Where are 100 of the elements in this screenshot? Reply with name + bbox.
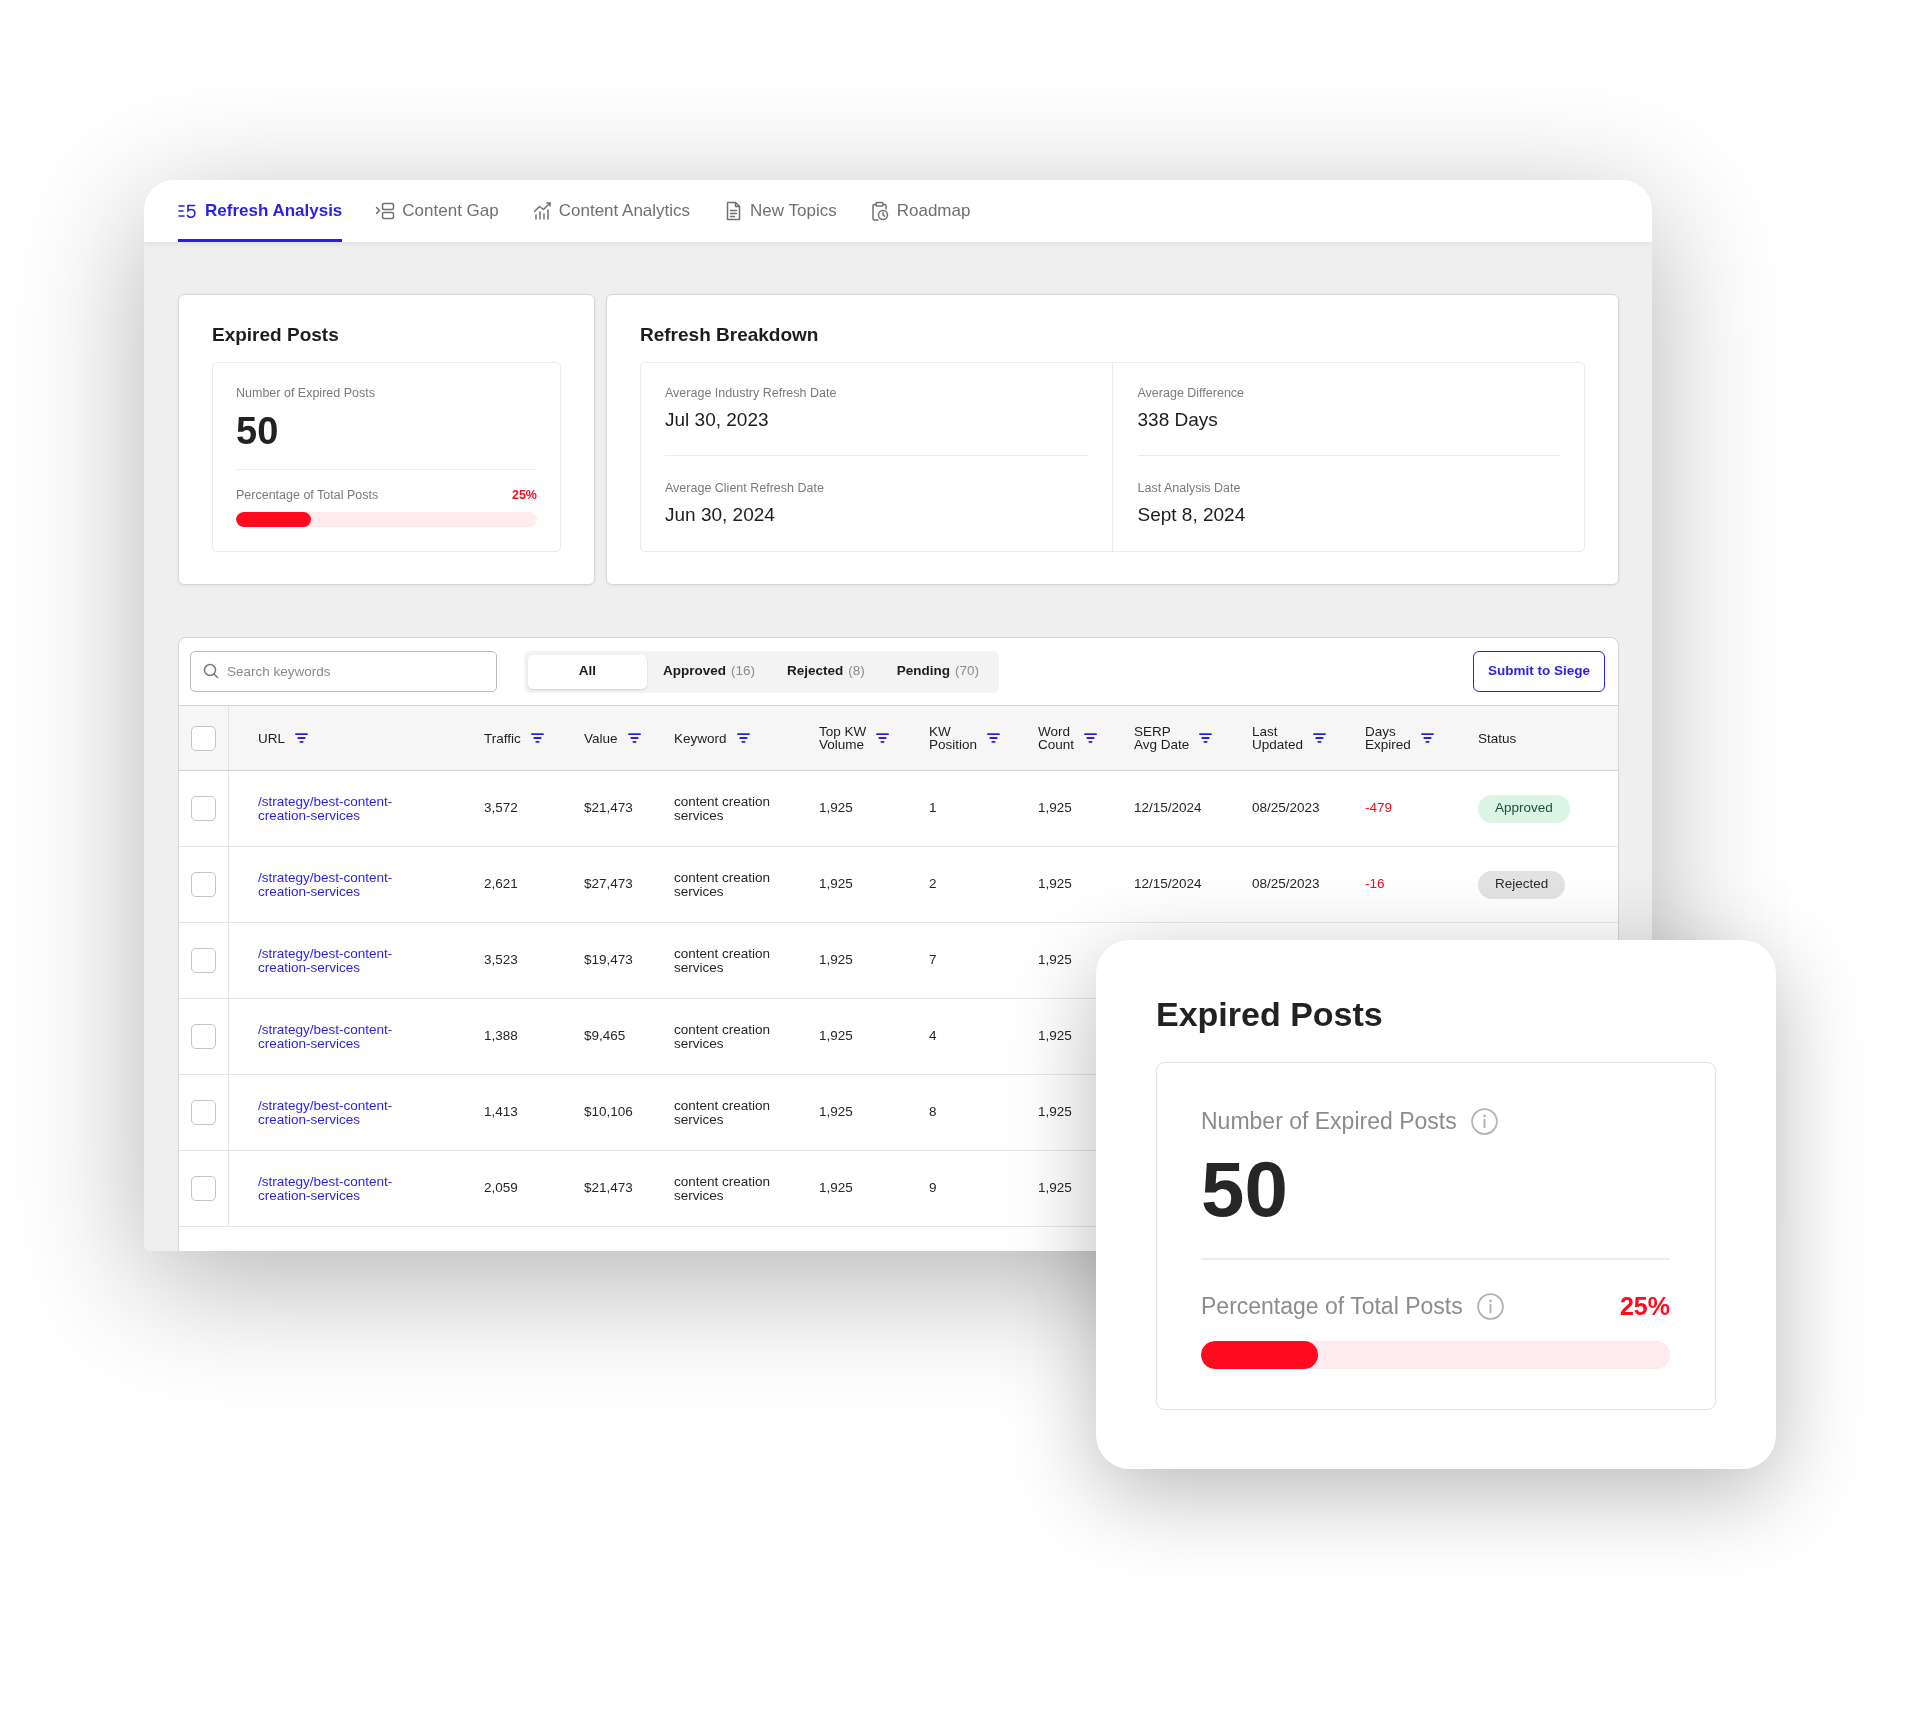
filter-icon[interactable] (1313, 733, 1327, 743)
stat-label: Percentage of Total Posts (1201, 1292, 1463, 1320)
table-cell-text: 1,925 (1038, 951, 1072, 970)
tab[interactable]: Content Gap (375, 180, 499, 242)
stat-value: 50 (1201, 1149, 1288, 1229)
card-title: Refresh Breakdown (640, 323, 820, 347)
search-icon (203, 663, 219, 679)
stat-label: Average Client Refresh Date (665, 480, 824, 496)
table-cell-text: $21,473 (584, 799, 633, 818)
table-cell-text: 3,572 (484, 799, 518, 818)
table-cell-text: $10,106 (584, 1103, 633, 1122)
filter-icon[interactable] (530, 733, 544, 743)
url-link[interactable]: /strategy/best-content-creation-services (258, 946, 428, 975)
table-cell-text: 4 (929, 1027, 937, 1046)
table-cell-text: 08/25/2023 (1252, 799, 1320, 818)
stat-label: Last Analysis Date (1137, 480, 1241, 496)
table-cell-text: 1,925 (1038, 1027, 1072, 1046)
status-badge: Approved (1478, 794, 1570, 823)
column-header: Traffic (484, 731, 521, 745)
table-cell-text: 1,925 (819, 799, 853, 818)
table-cell-text: 08/25/2023 (1252, 875, 1320, 894)
keyword-text: content creation services (674, 946, 772, 975)
filter-tab[interactable]: Pending (70) (880, 654, 996, 689)
table-cell-text: 1,925 (819, 1179, 853, 1198)
column-header: Value (584, 731, 618, 745)
search-field[interactable]: Search keywords (190, 651, 497, 692)
table-cell-text: 12/15/2024 (1134, 875, 1202, 894)
table-cell-text: 1,925 (819, 1103, 853, 1122)
checkbox[interactable] (191, 1024, 216, 1049)
filter-icon[interactable] (295, 733, 308, 743)
table-cell-text: 1,413 (484, 1103, 518, 1122)
column-header: Days Expired (1365, 725, 1411, 751)
column-header: Keyword (674, 731, 727, 745)
table-cell-text: 9 (929, 1179, 937, 1198)
url-link[interactable]: /strategy/best-content-creation-services (258, 1174, 428, 1203)
column-header: Top KW Volume (819, 725, 867, 751)
filter-icon[interactable] (627, 733, 641, 743)
stat-value: Sept 8, 2024 (1137, 503, 1246, 527)
url-link[interactable]: /strategy/best-content-creation-services (258, 1098, 428, 1127)
table-cell-text: $21,473 (584, 1179, 633, 1198)
table-cell-text: 2 (929, 875, 937, 894)
checkbox[interactable] (191, 1100, 216, 1125)
table-cell-text: 7 (929, 951, 937, 970)
filter-icon[interactable] (876, 733, 890, 743)
stat-label: Average Industry Refresh Date (665, 385, 837, 401)
stat-label: Number of Expired Posts (1201, 1107, 1457, 1135)
checkbox[interactable] (191, 725, 216, 751)
table-cell-text: 3,523 (484, 951, 518, 970)
keyword-text: content creation services (674, 870, 772, 899)
table-cell-text: 2,621 (484, 875, 518, 894)
filter-tab[interactable]: All (528, 654, 647, 689)
checkbox[interactable] (191, 872, 216, 897)
filter-icon[interactable] (736, 733, 750, 743)
tab[interactable]: Refresh Analysis (178, 180, 343, 242)
column-header: URL (258, 731, 285, 745)
table-cell-text: 1,925 (1038, 875, 1072, 894)
table-cell-text: $27,473 (584, 875, 633, 894)
table-cell-text: 1,925 (819, 1027, 853, 1046)
filter-tab[interactable]: Approved (16) (647, 654, 772, 689)
table-cell-text: $19,473 (584, 951, 633, 970)
stat-value: 338 Days (1137, 408, 1218, 432)
url-link[interactable]: /strategy/best-content-creation-services (258, 870, 428, 899)
tab[interactable]: Content Analytics (531, 180, 691, 242)
percent-value: 25% (511, 487, 537, 503)
filter-icon[interactable] (1199, 733, 1213, 743)
checkbox[interactable] (191, 1176, 216, 1201)
stacked-blocks-icon (375, 201, 396, 221)
percent-value: 25% (1619, 1292, 1670, 1320)
status-badge: Rejected (1478, 870, 1566, 899)
table-cell-text: 12/15/2024 (1134, 799, 1202, 818)
filter-icon[interactable] (1084, 733, 1098, 743)
table-cell-text: $9,465 (584, 1027, 626, 1046)
stat-label: Average Difference (1137, 385, 1245, 401)
stat-label: Percentage of Total Posts (236, 487, 379, 503)
submit-button[interactable]: Submit to Siege (1473, 651, 1605, 692)
column-header: Last Updated (1252, 725, 1304, 751)
card-title: Expired Posts (212, 323, 340, 347)
table-cell-text: 1,925 (1038, 799, 1072, 818)
keyword-text: content creation services (674, 1098, 772, 1127)
checkbox[interactable] (191, 796, 216, 821)
url-link[interactable]: /strategy/best-content-creation-services (258, 1022, 428, 1051)
clipboard-clock-icon (869, 201, 890, 221)
filter-icon[interactable] (1420, 733, 1434, 743)
keyword-text: content creation services (674, 794, 772, 823)
tab[interactable]: New Topics (723, 180, 837, 242)
table-cell-text: 1,925 (819, 951, 853, 970)
stat-value: 50 (236, 409, 279, 453)
filter-icon[interactable] (987, 733, 1001, 743)
url-link[interactable]: /strategy/best-content-creation-services (258, 794, 428, 823)
tab[interactable]: Roadmap (869, 180, 971, 242)
stat-value: Jul 30, 2023 (665, 408, 769, 432)
checkbox[interactable] (191, 948, 216, 973)
table-cell-text: 1,388 (484, 1027, 518, 1046)
table-cell-text: 2,059 (484, 1179, 518, 1198)
chart-icon (531, 201, 552, 221)
column-header: Word Count (1038, 725, 1075, 751)
filter-tab[interactable]: Rejected (8) (771, 654, 881, 689)
days-expired-text: -16 (1365, 875, 1385, 894)
table-cell-text: 1,925 (819, 875, 853, 894)
stat-value: Jun 30, 2024 (665, 503, 775, 527)
